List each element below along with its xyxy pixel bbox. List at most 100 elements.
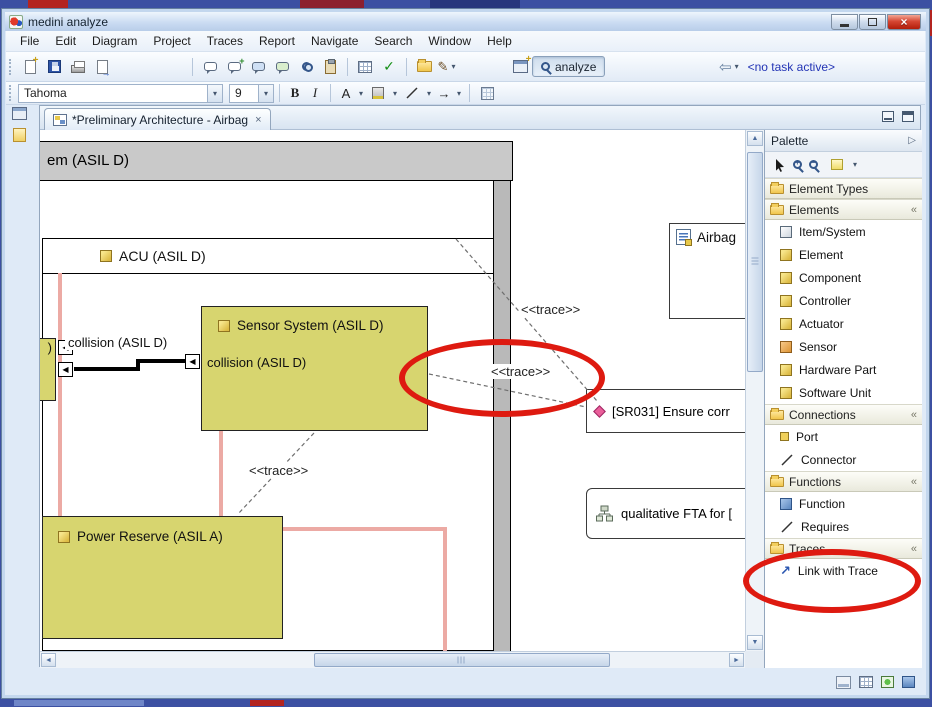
tab-close-icon[interactable]: ×: [255, 114, 261, 126]
select-cursor-icon[interactable]: [773, 158, 786, 172]
note-icon[interactable]: [831, 159, 843, 170]
palette-item-connector[interactable]: Connector: [765, 448, 922, 471]
font-size-select[interactable]: 9 ▾: [229, 84, 274, 103]
new-file-button[interactable]: [18, 55, 42, 79]
open-button[interactable]: [412, 55, 436, 79]
checklist-button[interactable]: [318, 55, 342, 79]
line-style-button[interactable]: [400, 81, 424, 105]
trace-label[interactable]: <<trace>>: [247, 463, 310, 478]
menu-search[interactable]: Search: [366, 32, 420, 50]
scroll-up-button[interactable]: ▲: [747, 131, 763, 146]
close-button[interactable]: ×: [887, 14, 921, 30]
font-family-select[interactable]: Tahoma ▾: [18, 84, 223, 103]
zoom-out-icon[interactable]: −: [809, 160, 818, 169]
menu-report[interactable]: Report: [251, 32, 303, 50]
menu-diagram[interactable]: Diagram: [84, 32, 145, 50]
status-view-icon[interactable]: [902, 676, 915, 688]
comments-blue-button[interactable]: [246, 55, 270, 79]
palette-item-component[interactable]: Component: [765, 266, 922, 289]
table-view-button[interactable]: [353, 55, 377, 79]
export-button[interactable]: [90, 55, 114, 79]
preview-button[interactable]: [294, 55, 318, 79]
palette-item-item-system[interactable]: Item/System: [765, 220, 922, 243]
bold-button[interactable]: B: [285, 83, 305, 103]
add-comment-button[interactable]: [222, 55, 246, 79]
palette-item-function[interactable]: Function: [765, 492, 922, 515]
maximize-button[interactable]: [859, 14, 886, 30]
chevron-down-icon[interactable]: ▾: [448, 62, 458, 71]
palette-item-sensor[interactable]: Sensor: [765, 335, 922, 358]
restore-view-icon[interactable]: [12, 107, 27, 120]
chevron-down-icon[interactable]: ▾: [390, 89, 400, 98]
minimize-button[interactable]: [831, 14, 858, 30]
snap-grid-button[interactable]: [475, 81, 499, 105]
save-button[interactable]: [42, 55, 66, 79]
chevron-down-icon[interactable]: ▾: [207, 85, 222, 102]
title-bar[interactable]: medini analyze ×: [5, 12, 926, 31]
print-button[interactable]: [66, 55, 90, 79]
palette-collapse-icon[interactable]: ▷: [908, 135, 916, 146]
pin-icon[interactable]: «: [911, 409, 917, 421]
validate-button[interactable]: ✓: [377, 55, 401, 79]
arrow-style-button[interactable]: →: [434, 83, 454, 103]
project-view-icon[interactable]: [13, 128, 26, 142]
horizontal-scrollbar[interactable]: ◄ ►: [40, 651, 745, 668]
palette-item-element[interactable]: Element: [765, 243, 922, 266]
item-label: Element: [799, 248, 843, 262]
back-icon[interactable]: ⇦: [719, 58, 732, 76]
back-dropdown-icon[interactable]: ▾: [732, 62, 742, 71]
scroll-right-button[interactable]: ►: [729, 653, 744, 667]
chevron-down-icon[interactable]: ▾: [424, 89, 434, 98]
pin-icon[interactable]: «: [911, 476, 917, 488]
chevron-down-icon[interactable]: ▾: [258, 85, 273, 102]
fill-color-button[interactable]: [366, 81, 390, 105]
status-health-icon[interactable]: [881, 676, 894, 688]
palette-group-elements[interactable]: Elements «: [765, 199, 922, 220]
palette-item-requires[interactable]: Requires: [765, 515, 922, 538]
vertical-scroll-thumb[interactable]: [747, 152, 763, 372]
chevron-down-icon[interactable]: ▾: [850, 160, 860, 169]
menu-help[interactable]: Help: [479, 32, 520, 50]
italic-button[interactable]: I: [305, 83, 325, 103]
minimize-editor-icon[interactable]: [882, 111, 894, 122]
palette-group-connections[interactable]: Connections «: [765, 404, 922, 425]
editor-tab[interactable]: *Preliminary Architecture - Airbag ×: [44, 108, 271, 130]
palette-item-port[interactable]: Port: [765, 425, 922, 448]
toolbar-grip[interactable]: [9, 85, 13, 101]
comments-green-button[interactable]: [270, 55, 294, 79]
font-color-button[interactable]: A: [336, 83, 356, 103]
palette-item-controller[interactable]: Controller: [765, 289, 922, 312]
palette-group-element-types[interactable]: Element Types: [765, 178, 922, 199]
analyze-perspective-button[interactable]: analyze: [532, 56, 605, 77]
chevron-down-icon[interactable]: ▾: [454, 89, 464, 98]
menu-file[interactable]: File: [12, 32, 47, 50]
status-table-icon[interactable]: [859, 676, 873, 688]
toolbar-grip[interactable]: [9, 59, 13, 75]
restore-panel-icon[interactable]: [836, 676, 851, 689]
diagram-canvas[interactable]: em (ASIL D) ACU (ASIL D) ) ◀ ◀: [40, 130, 764, 668]
horizontal-scroll-thumb[interactable]: [314, 653, 610, 667]
menu-window[interactable]: Window: [420, 32, 479, 50]
palette-item-software-unit[interactable]: Software Unit: [765, 381, 922, 404]
pin-icon[interactable]: «: [911, 204, 917, 216]
scroll-down-button[interactable]: ▼: [747, 635, 763, 650]
comment-button[interactable]: [198, 55, 222, 79]
menu-edit[interactable]: Edit: [47, 32, 84, 50]
font-size-value: 9: [230, 86, 258, 100]
chevron-down-icon[interactable]: ▾: [356, 89, 366, 98]
pin-icon[interactable]: «: [911, 543, 917, 555]
palette-item-actuator[interactable]: Actuator: [765, 312, 922, 335]
maximize-editor-icon[interactable]: [902, 111, 914, 122]
palette-item-hardware-part[interactable]: Hardware Part: [765, 358, 922, 381]
zoom-in-icon[interactable]: +: [793, 160, 802, 169]
menu-navigate[interactable]: Navigate: [303, 32, 366, 50]
scroll-left-button[interactable]: ◄: [41, 653, 56, 667]
edit-mode-button[interactable]: ✎▾: [436, 55, 460, 79]
open-perspective-button[interactable]: [508, 55, 532, 79]
menu-project[interactable]: Project: [145, 32, 198, 50]
perspective-icon: [513, 60, 528, 73]
menu-traces[interactable]: Traces: [199, 32, 251, 50]
trace-label[interactable]: <<trace>>: [519, 302, 582, 317]
palette-group-functions[interactable]: Functions «: [765, 471, 922, 492]
palette-header[interactable]: Palette ▷: [765, 130, 922, 152]
